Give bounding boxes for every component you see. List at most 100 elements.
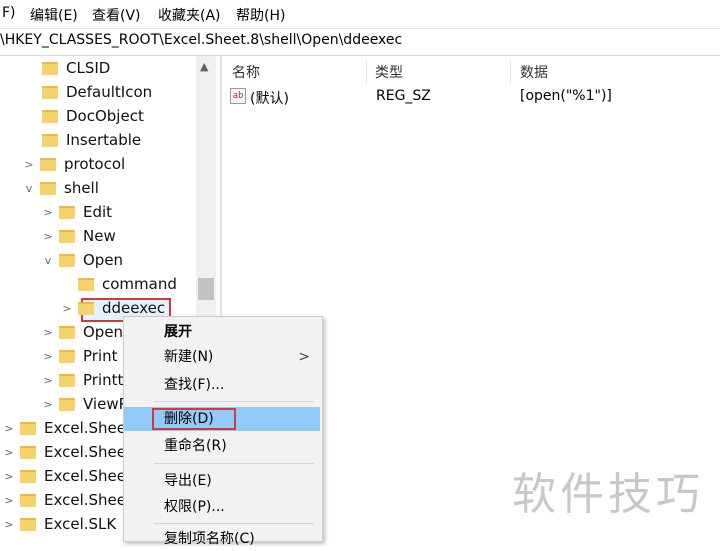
menu-help[interactable]: 帮助(H) [236,5,285,25]
tree-item-label: CLSID [66,59,111,77]
menu-bar: F) 编辑(E) 查看(V) 收藏夹(A) 帮助(H) [0,0,720,29]
chevron-right-icon[interactable]: > [2,470,16,483]
tree-item[interactable]: > Print [41,344,118,368]
folder-icon [59,349,75,363]
folder-icon [59,325,75,339]
folder-icon [59,205,75,219]
tree-item[interactable]: > Printto [41,368,132,392]
tree-item-label: DocObject [66,107,144,125]
value-data[interactable]: [open("%1")] [520,88,612,104]
chevron-right-icon[interactable]: > [2,446,16,459]
folder-icon [59,373,75,387]
menu-separator [154,463,314,464]
menu-separator [154,401,314,402]
column-divider[interactable] [366,60,367,84]
address-bar[interactable]: \HKEY_CLASSES_ROOT\Excel.Sheet.8\shell\O… [0,29,720,56]
menu-item-permissions[interactable]: 权限(P)... [124,495,320,519]
folder-icon [42,133,58,147]
chevron-right-icon[interactable]: > [22,158,36,171]
column-header-data[interactable]: 数据 [520,62,548,82]
folder-icon [78,277,94,291]
tree-item-label: DefaultIcon [66,83,153,101]
submenu-arrow-icon: > [298,349,310,365]
tree-item-label: Print [83,347,118,365]
chevron-right-icon[interactable]: > [41,374,55,387]
address-path[interactable]: \HKEY_CLASSES_ROOT\Excel.Sheet.8\shell\O… [0,32,402,48]
menu-item-label: 删除(D) [164,411,214,427]
folder-icon [20,469,36,483]
menu-file[interactable]: F) [2,5,16,21]
tree-item[interactable]: DocObject [24,104,144,128]
tree-item[interactable]: DefaultIcon [24,80,152,104]
menu-separator [154,523,314,524]
menu-view[interactable]: 查看(V) [92,5,141,25]
value-name[interactable]: (默认) [250,88,289,108]
tree-item-label: ddeexec [102,299,166,317]
menu-item-delete[interactable]: 删除(D) [124,407,320,431]
chevron-right-icon[interactable]: > [41,350,55,363]
chevron-right-icon[interactable]: > [2,518,16,531]
folder-icon [42,85,58,99]
chevron-down-icon[interactable]: v [22,182,36,195]
menu-favorites[interactable]: 收藏夹(A) [158,5,221,25]
column-header-type[interactable]: 类型 [375,62,403,82]
chevron-right-icon[interactable]: > [60,302,74,315]
folder-icon [59,229,75,243]
menu-item-export[interactable]: 导出(E) [124,469,320,493]
menu-item-rename[interactable]: 重命名(R) [124,434,320,458]
column-divider[interactable] [510,60,511,84]
folder-icon [40,157,56,171]
chevron-right-icon[interactable]: > [2,422,16,435]
folder-icon [40,181,56,195]
menu-item-label: 重命名(R) [164,438,227,454]
tree-item-label: Open [83,251,124,269]
tree-item-label: command [102,275,177,293]
scroll-up-icon[interactable]: ▲ [200,60,208,73]
menu-item-copy-key-name[interactable]: 复制项名称(C) [124,527,320,551]
tree-item[interactable]: > ViewP [41,392,127,416]
tree-item[interactable]: command [60,272,177,296]
chevron-right-icon[interactable]: > [41,206,55,219]
folder-icon [20,493,36,507]
tree-item[interactable]: v shell [22,176,99,200]
tree-item[interactable]: > Edit [41,200,112,224]
chevron-right-icon[interactable]: > [41,326,55,339]
tree-item-label: Insertable [66,131,142,149]
scroll-thumb[interactable] [198,278,214,300]
tree-item[interactable]: Insertable [24,128,141,152]
menu-item-expand[interactable]: 展开 [124,320,320,344]
tree-item-label: Excel.SLK [44,515,117,533]
tree-item[interactable]: > New [41,224,116,248]
tree-item[interactable]: > OpenA [41,320,133,344]
watermark: 软件技巧 [512,469,704,520]
tree-item-label: Edit [83,203,113,221]
tree-item[interactable]: > Excel.SheetI [2,440,136,464]
folder-icon [42,109,58,123]
folder-icon [59,397,75,411]
menu-item-find[interactable]: 查找(F)... [124,373,320,397]
menu-item-new[interactable]: 新建(N) > [124,345,320,369]
folder-icon [20,445,36,459]
tree-item[interactable]: > Excel.SLK [2,512,116,536]
menu-edit[interactable]: 编辑(E) [30,5,78,25]
tree-item-label: New [83,227,116,245]
tree-item[interactable]: > Excel.SheetI [2,488,136,512]
menu-item-label: 查找(F)... [164,377,225,393]
column-header-name[interactable]: 名称 [232,62,260,82]
menu-item-label: 新建(N) [164,349,214,365]
tree-item[interactable]: CLSID [24,56,110,80]
chevron-right-icon[interactable]: > [41,230,55,243]
menu-item-label: 权限(P)... [164,499,225,515]
value-type[interactable]: REG_SZ [376,88,431,104]
tree-item[interactable]: v Open [41,248,123,272]
folder-icon [42,61,58,75]
chevron-down-icon[interactable]: v [41,254,55,267]
tree-item[interactable]: > Excel.SheetI [2,416,136,440]
menu-item-label: 导出(E) [164,473,212,489]
string-value-icon: ab [230,88,246,104]
tree-item[interactable]: > protocol [22,152,125,176]
chevron-right-icon[interactable]: > [41,398,55,411]
chevron-right-icon[interactable]: > [2,494,16,507]
tree-item[interactable]: > Excel.SheetI [2,464,136,488]
folder-icon [20,421,36,435]
